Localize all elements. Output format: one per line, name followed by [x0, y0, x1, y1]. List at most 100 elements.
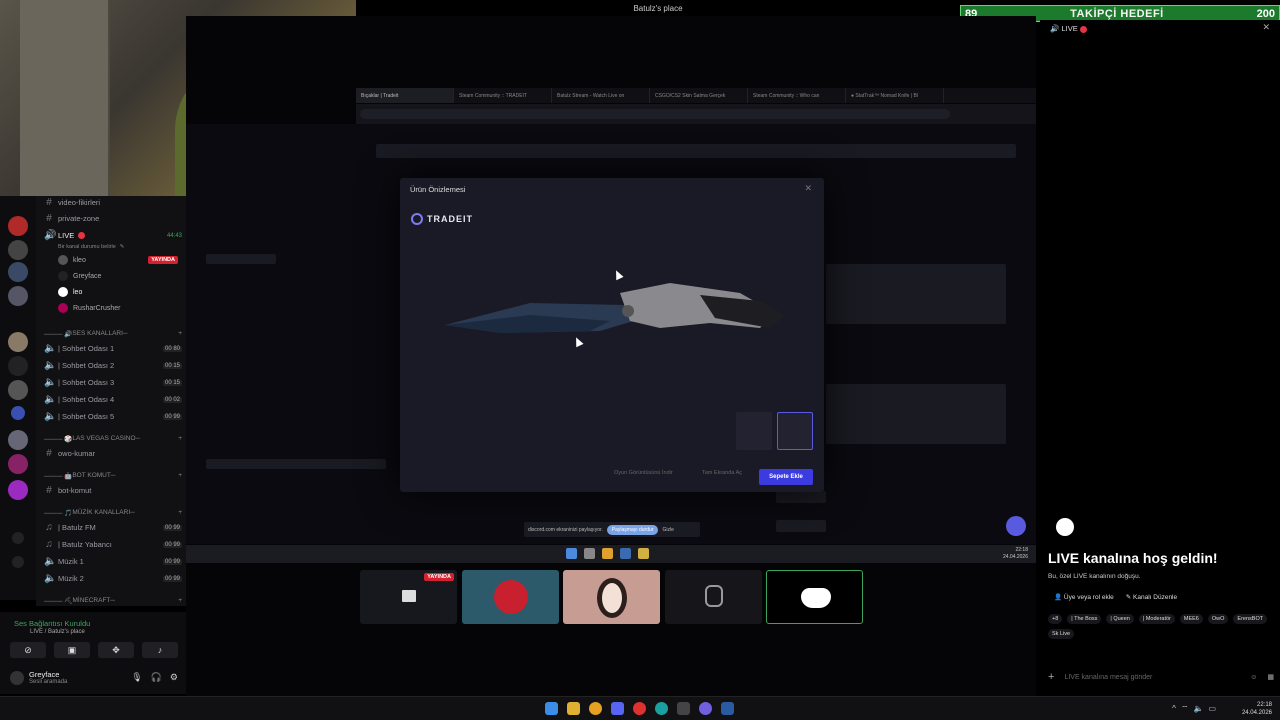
- server-icon[interactable]: [8, 240, 28, 260]
- voice-channel[interactable]: 🔈 Müzik 1 00 99: [44, 555, 182, 568]
- soundboard-icon[interactable]: ♪: [142, 642, 178, 658]
- role-chip[interactable]: Sk Live: [1048, 629, 1075, 639]
- screen-share-icon[interactable]: ▣: [54, 642, 90, 658]
- server-icon[interactable]: [8, 216, 28, 236]
- voice-channel[interactable]: 🔈 | Sohbet Odası 4 00 02: [44, 393, 182, 406]
- preview-thumbnail[interactable]: [736, 412, 772, 450]
- camera-off-icon[interactable]: ⊘: [10, 642, 46, 658]
- category-header[interactable]: ──── ⛏ MİNECRAFT ─ +: [44, 597, 182, 605]
- headphones-icon[interactable]: 🎧: [151, 672, 162, 683]
- participant-tile-screen[interactable]: YAYINDA: [360, 570, 457, 624]
- plus-icon[interactable]: +: [178, 330, 182, 338]
- plus-icon[interactable]: +: [1048, 671, 1054, 683]
- voice-channel[interactable]: 🔈 | Sohbet Odası 2 00 15: [44, 359, 182, 372]
- browser-tab[interactable]: CSGO/CS2 Skin Satma Gerçek: [650, 88, 748, 103]
- close-icon[interactable]: ✕: [1262, 22, 1270, 33]
- steam-icon[interactable]: [721, 702, 734, 715]
- participant-tile-speaking[interactable]: [766, 570, 863, 624]
- browser-tab[interactable]: Steam Community :: Who can: [748, 88, 846, 103]
- voice-user[interactable]: leo: [58, 287, 82, 297]
- settings-gear-icon[interactable]: ⚙: [170, 672, 178, 683]
- server-icon[interactable]: [8, 262, 28, 282]
- server-icon[interactable]: [8, 356, 28, 376]
- server-icon[interactable]: [8, 430, 28, 450]
- activities-icon[interactable]: ✥: [98, 642, 134, 658]
- discord-icon[interactable]: [611, 702, 624, 715]
- server-icon[interactable]: [8, 480, 28, 500]
- file-explorer-icon[interactable]: [567, 702, 580, 715]
- role-chip[interactable]: | Moderatör: [1138, 614, 1175, 624]
- participant-tile[interactable]: [665, 570, 762, 624]
- voice-user[interactable]: RusharCrusher: [58, 303, 120, 313]
- address-bar[interactable]: [356, 104, 1036, 124]
- fullscreen-button[interactable]: Tam Ekranda Aç: [702, 470, 742, 476]
- volume-icon[interactable]: 🔈: [1193, 704, 1203, 714]
- channel-item[interactable]: # video-fikirleri: [44, 196, 182, 209]
- participant-tile[interactable]: [462, 570, 559, 624]
- add-server-icon[interactable]: [12, 532, 24, 544]
- close-icon[interactable]: ✕: [804, 183, 812, 194]
- plus-icon[interactable]: +: [178, 435, 182, 443]
- channel-status[interactable]: Bir kanal durumu belirle ✎: [58, 240, 196, 253]
- chrome-icon[interactable]: [589, 702, 602, 715]
- server-icon[interactable]: [8, 454, 28, 474]
- browser-tab[interactable]: Batulz Stream - Watch Live on: [552, 88, 650, 103]
- emoji-icon[interactable]: ☺: [1250, 674, 1257, 681]
- participant-tile[interactable]: [563, 570, 660, 624]
- preview-thumbnail-selected[interactable]: [777, 412, 813, 450]
- system-clock[interactable]: 22:18 24.04.2026: [1242, 701, 1272, 717]
- role-chip[interactable]: OwO: [1207, 614, 1229, 624]
- browser-tab[interactable]: ● StatTrak™ Nomad Knife | Bl: [846, 88, 944, 103]
- download-screenshot-button[interactable]: Oyun Görüntüsünü İndir: [614, 470, 673, 476]
- category-header[interactable]: ──── 🔊 SES KANALLARI ─ +: [44, 330, 182, 338]
- add-to-cart-button[interactable]: Sepete Ekle: [759, 469, 813, 485]
- chevron-up-icon[interactable]: ^: [1172, 704, 1176, 714]
- browser-tab[interactable]: Steam Community :: TRADEIT: [454, 88, 552, 103]
- hide-button[interactable]: Gizle: [662, 527, 673, 533]
- message-input[interactable]: + LIVE kanalına mesaj gönder ☺ ▦: [1048, 668, 1274, 686]
- add-member-button[interactable]: 👤 Üye veya rol ekle: [1054, 593, 1114, 601]
- avatar: [10, 670, 24, 685]
- server-icon[interactable]: [8, 380, 28, 400]
- stop-sharing-button[interactable]: Paylaşmayı durdur: [606, 524, 659, 535]
- obs-icon[interactable]: [699, 702, 712, 715]
- category-header[interactable]: ──── 🤖 BOT KOMUT ─ +: [44, 472, 182, 480]
- role-chip[interactable]: ErensBOT: [1233, 614, 1268, 624]
- voice-channel[interactable]: 🔈 | Sohbet Odası 1 00 80: [44, 342, 182, 355]
- voice-channel[interactable]: ♫ | Batulz Yabancı 00 99: [44, 538, 182, 551]
- voice-channel[interactable]: 🔈 | Sohbet Odası 3 00 15: [44, 376, 182, 389]
- battery-icon[interactable]: ▭: [1208, 704, 1216, 714]
- app-icon[interactable]: [677, 702, 690, 715]
- plus-icon[interactable]: +: [178, 597, 182, 605]
- channel-item[interactable]: # bot-komut: [44, 484, 182, 497]
- server-icon[interactable]: [8, 332, 28, 352]
- channel-item[interactable]: # owo-kumar: [44, 447, 182, 460]
- role-chip[interactable]: | Queen: [1106, 614, 1134, 624]
- windows-start-icon[interactable]: [545, 702, 558, 715]
- plus-icon[interactable]: +: [178, 509, 182, 517]
- edge-icon[interactable]: [655, 702, 668, 715]
- voice-channel[interactable]: 🔈 Müzik 2 00 99: [44, 572, 182, 585]
- voice-channel[interactable]: 🔈 | Sohbet Odası 5 00 99: [44, 410, 182, 423]
- role-chip[interactable]: MEE6: [1179, 614, 1203, 624]
- microphone-icon[interactable]: 🎙: [131, 672, 142, 683]
- server-icon[interactable]: [8, 286, 28, 306]
- category-header[interactable]: ──── 🎵 MÜZİK KANALLARI ─ +: [44, 509, 182, 517]
- plus-icon[interactable]: +: [178, 472, 182, 480]
- wifi-icon[interactable]: ⌔: [1181, 704, 1189, 714]
- voice-user[interactable]: Greyface: [58, 271, 101, 281]
- role-chip[interactable]: +8: [1048, 614, 1063, 624]
- chat-launcher-icon[interactable]: [1006, 516, 1026, 536]
- explore-icon[interactable]: [12, 556, 24, 568]
- user-panel[interactable]: Greyface Sesli aramada: [10, 670, 67, 685]
- voice-channel[interactable]: ♫ | Batulz FM 00 99: [44, 521, 182, 534]
- edit-channel-button[interactable]: ✎ Kanalı Düzenle: [1126, 593, 1177, 601]
- server-icon[interactable]: [11, 406, 25, 420]
- apps-icon[interactable]: ▦: [1267, 673, 1274, 681]
- channel-item[interactable]: # private-zone: [44, 212, 182, 225]
- voice-user[interactable]: kleo YAYINDA: [58, 255, 178, 265]
- opera-icon[interactable]: [633, 702, 646, 715]
- category-header[interactable]: ──── 🎲 LAS VEGAS CASINO ─ +: [44, 435, 182, 443]
- browser-tab[interactable]: Bıçaklar | Tradeit: [356, 88, 454, 103]
- role-chip[interactable]: | The Boss: [1067, 614, 1102, 624]
